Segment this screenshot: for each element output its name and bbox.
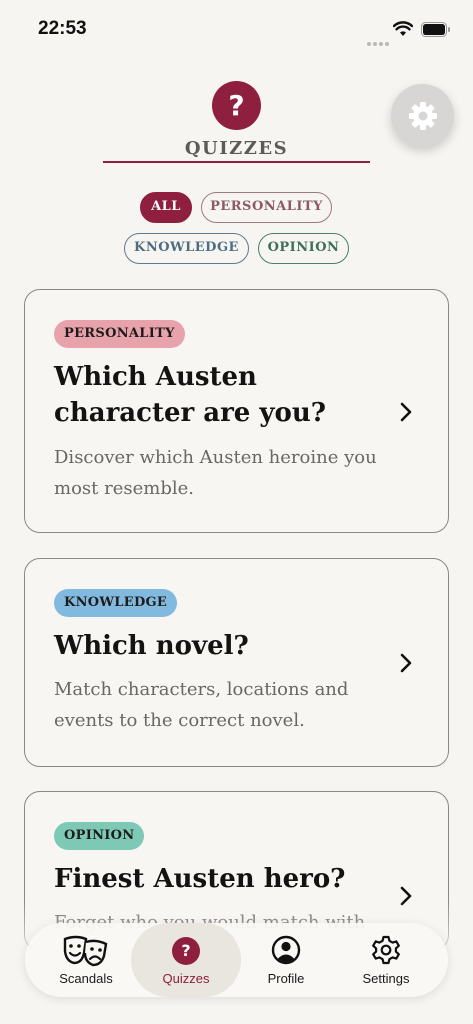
quiz-category-tag: KNOWLEDGE <box>54 589 178 617</box>
settings-button[interactable] <box>391 84 454 147</box>
status-time: 22:53 <box>38 18 87 39</box>
tab-bar: Scandals ? Quizzes Profile Settings <box>25 923 448 997</box>
cellular-dots-icon <box>367 31 391 50</box>
quiz-description: Discover which Austen heroine you most r… <box>54 447 377 499</box>
tab-label: Quizzes <box>162 971 210 986</box>
quiz-title: Which novel? <box>54 631 249 661</box>
gear-icon <box>408 101 437 130</box>
quiz-category-tag: PERSONALITY <box>54 320 185 348</box>
chevron-right-icon <box>400 653 412 673</box>
tab-quizzes[interactable]: ? Quizzes <box>131 923 241 997</box>
filter-chip-opinion[interactable]: OPINION <box>258 233 349 264</box>
question-badge-icon: ? <box>172 937 200 965</box>
filter-chip-knowledge[interactable]: KNOWLEDGE <box>124 233 249 264</box>
tab-label: Scandals <box>59 971 113 986</box>
wifi-icon <box>393 21 413 36</box>
page-title: QUIZZES <box>103 138 370 163</box>
status-bar: 22:53 <box>0 0 473 60</box>
person-circle-icon <box>271 935 301 968</box>
filter-chip-personality[interactable]: PERSONALITY <box>201 192 332 223</box>
filter-chip-all[interactable]: ALL <box>140 192 192 223</box>
chevron-right-icon <box>400 886 412 906</box>
tab-label: Profile <box>267 971 305 986</box>
theater-masks-icon <box>62 935 110 970</box>
tab-label: Settings <box>362 971 410 986</box>
tab-scandals[interactable]: Scandals <box>31 923 141 997</box>
gear-icon <box>371 935 401 968</box>
quiz-category-tag: OPINION <box>54 822 145 850</box>
quiz-header-icon: ? <box>212 81 261 130</box>
quiz-description: Match characters, locations and events t… <box>54 679 349 731</box>
tab-profile[interactable]: Profile <box>231 923 341 997</box>
quiz-card[interactable]: PERSONALITY Which Austen character are y… <box>24 289 449 533</box>
quiz-card[interactable]: KNOWLEDGE Which novel? Match characters,… <box>24 558 449 767</box>
chevron-right-icon <box>400 402 412 422</box>
quiz-title: Which Austen character are you? <box>54 362 326 428</box>
tab-settings[interactable]: Settings <box>331 923 441 997</box>
quiz-title: Finest Austen hero? <box>54 864 346 894</box>
battery-icon <box>421 22 450 37</box>
